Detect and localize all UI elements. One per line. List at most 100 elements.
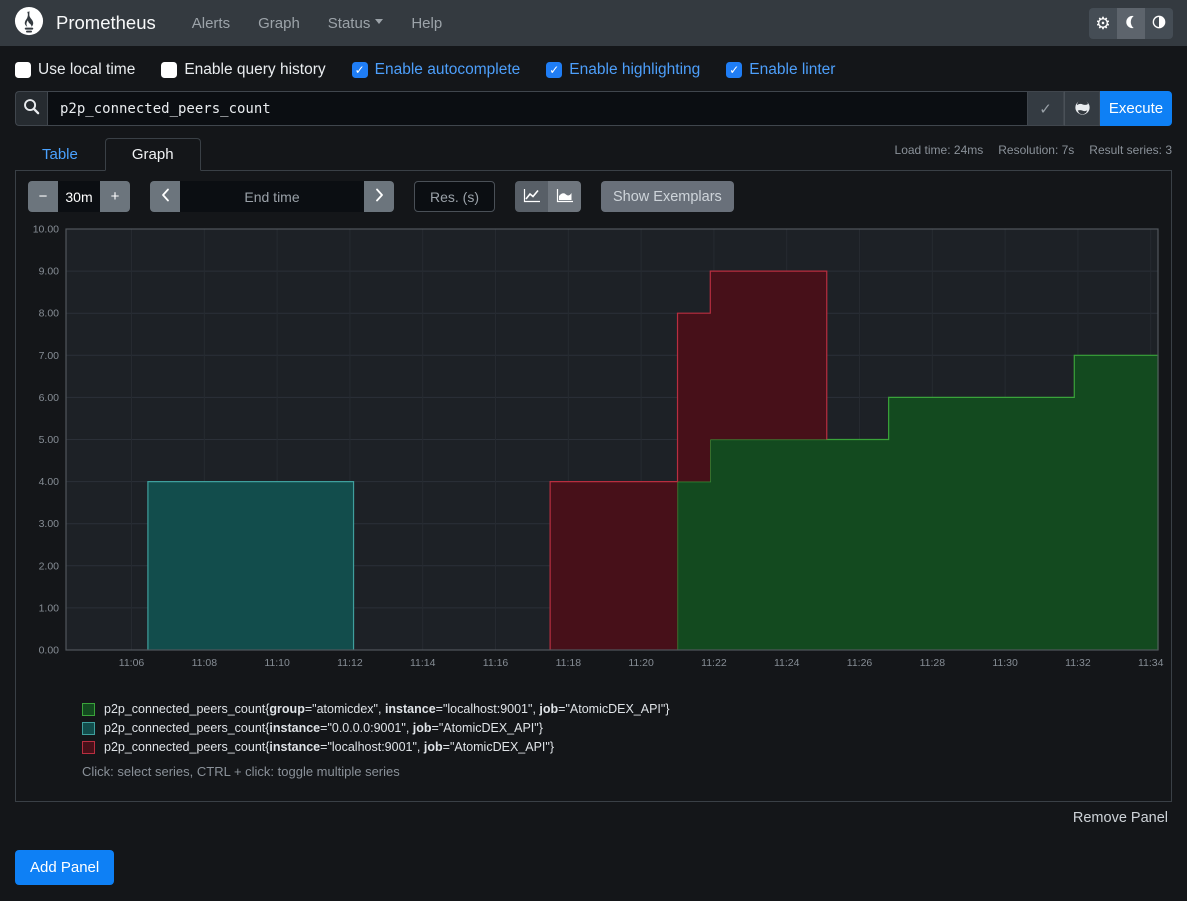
metrics-explorer-button[interactable] [1064, 91, 1100, 126]
range-input[interactable] [58, 181, 100, 212]
svg-text:2.00: 2.00 [39, 560, 60, 572]
execute-button[interactable]: Execute [1100, 91, 1172, 126]
chevron-right-icon [375, 188, 384, 206]
svg-text:9.00: 9.00 [39, 266, 60, 278]
checkbox-query-history[interactable] [161, 62, 177, 78]
load-time-stat: Load time: 24ms [895, 143, 984, 157]
end-time-stepper [150, 181, 394, 212]
nav-item-graph[interactable]: Graph [248, 9, 310, 38]
resolution-stat: Resolution: 7s [998, 143, 1074, 157]
checkbox-linter[interactable]: ✓ [726, 62, 742, 78]
increase-range-button[interactable]: + [100, 181, 130, 212]
gear-icon: ⚙ [1095, 15, 1110, 32]
svg-text:3.00: 3.00 [39, 518, 60, 530]
back-time-button[interactable] [150, 181, 180, 212]
checkbox-highlighting[interactable]: ✓ [546, 62, 562, 78]
line-graph-button[interactable] [515, 181, 548, 212]
result-series-stat: Result series: 3 [1089, 143, 1172, 157]
legend-hint: Click: select series, CTRL + click: togg… [82, 764, 1163, 779]
option-label: Enable query history [184, 61, 325, 79]
legend-item[interactable]: p2p_connected_peers_count{group="atomicd… [82, 702, 1163, 716]
option-label: Enable highlighting [569, 61, 700, 79]
svg-text:1.00: 1.00 [39, 602, 60, 614]
svg-text:11:08: 11:08 [192, 657, 218, 669]
chart-area: 0.00 1.00 2.00 3.00 4.00 5.00 6.00 7.00 8.00 9.00… [26, 224, 1163, 676]
search-icon [22, 97, 41, 120]
moon-icon [1123, 14, 1139, 33]
svg-text:11:24: 11:24 [774, 657, 800, 669]
query-bar: ✓ Execute [0, 89, 1187, 126]
prometheus-brand[interactable]: Prometheus [14, 6, 156, 40]
query-stats: Load time: 24ms Resolution: 7s Result se… [895, 143, 1172, 171]
svg-text:11:12: 11:12 [337, 657, 363, 669]
svg-text:11:22: 11:22 [701, 657, 727, 669]
half-circle-icon [1151, 14, 1167, 33]
nav-links: Alerts Graph Status Help [182, 9, 452, 38]
remove-panel-link[interactable]: Remove Panel [1073, 810, 1168, 826]
resolution-input[interactable] [414, 181, 495, 212]
query-options-row: Use local time Enable query history ✓ En… [0, 46, 1187, 89]
search-addon [15, 91, 47, 126]
legend-series-name: p2p_connected_peers_count{instance="loca… [104, 740, 554, 754]
navbar: Prometheus Alerts Graph Status Help ⚙ [0, 0, 1187, 46]
range-stepper: − + [28, 181, 130, 212]
prometheus-logo-icon [14, 6, 44, 40]
svg-text:5.00: 5.00 [39, 434, 60, 446]
legend-item[interactable]: p2p_connected_peers_count{instance="loca… [82, 740, 1163, 754]
result-tabs: Table Graph Load time: 24ms Resolution: … [0, 126, 1187, 171]
show-exemplars-button[interactable]: Show Exemplars [601, 181, 734, 212]
option-enable-autocomplete[interactable]: ✓ Enable autocomplete [352, 61, 521, 79]
svg-text:6.00: 6.00 [39, 392, 60, 404]
svg-text:0.00: 0.00 [39, 645, 60, 657]
tab-table[interactable]: Table [15, 138, 105, 171]
tab-graph[interactable]: Graph [105, 138, 201, 171]
stacked-chart-icon [556, 188, 574, 206]
nav-item-alerts[interactable]: Alerts [182, 9, 240, 38]
option-enable-highlighting[interactable]: ✓ Enable highlighting [546, 61, 700, 79]
svg-text:11:28: 11:28 [920, 657, 946, 669]
nav-item-help[interactable]: Help [401, 9, 452, 38]
line-chart-icon [523, 188, 541, 206]
check-icon: ✓ [1039, 100, 1052, 118]
graph-canvas[interactable]: 0.00 1.00 2.00 3.00 4.00 5.00 6.00 7.00 8.00 9.00… [26, 224, 1166, 672]
option-label: Enable linter [749, 61, 835, 79]
svg-text:11:30: 11:30 [992, 657, 1018, 669]
svg-text:11:06: 11:06 [119, 657, 145, 669]
decrease-range-button[interactable]: − [28, 181, 58, 212]
end-time-input[interactable] [180, 181, 364, 212]
option-enable-linter[interactable]: ✓ Enable linter [726, 61, 835, 79]
brand-title: Prometheus [56, 12, 156, 34]
graph-controls: − + Show Exemplars [28, 181, 1163, 212]
nav-item-status[interactable]: Status [318, 9, 394, 38]
svg-text:11:34: 11:34 [1138, 657, 1164, 669]
legend-item[interactable]: p2p_connected_peers_count{instance="0.0.… [82, 721, 1163, 735]
graph-type-toggle [515, 181, 581, 212]
stacked-graph-button[interactable] [548, 181, 581, 212]
query-expression-input[interactable] [47, 91, 1028, 126]
option-use-local-time[interactable]: Use local time [15, 61, 135, 79]
svg-text:11:32: 11:32 [1065, 657, 1091, 669]
remove-panel-row: Remove Panel [0, 802, 1187, 826]
option-label: Use local time [38, 61, 135, 79]
add-panel-button[interactable]: Add Panel [15, 850, 114, 885]
svg-text:4.00: 4.00 [39, 476, 60, 488]
checkbox-autocomplete[interactable]: ✓ [352, 62, 368, 78]
svg-text:11:10: 11:10 [264, 657, 290, 669]
forward-time-button[interactable] [364, 181, 394, 212]
query-valid-indicator: ✓ [1028, 91, 1064, 126]
auto-theme-button[interactable] [1145, 8, 1173, 39]
settings-button[interactable]: ⚙ [1089, 8, 1117, 39]
option-enable-query-history[interactable]: Enable query history [161, 61, 325, 79]
dark-theme-button[interactable] [1117, 8, 1145, 39]
legend-swatch-teal [82, 722, 95, 735]
svg-text:11:16: 11:16 [483, 657, 509, 669]
chevron-down-icon [375, 19, 383, 28]
svg-text:8.00: 8.00 [39, 308, 60, 320]
chevron-left-icon [161, 188, 170, 206]
globe-icon [1073, 98, 1092, 120]
svg-text:11:14: 11:14 [410, 657, 436, 669]
checkbox-use-local-time[interactable] [15, 62, 31, 78]
svg-text:7.00: 7.00 [39, 350, 60, 362]
legend-swatch-green [82, 703, 95, 716]
svg-text:11:20: 11:20 [628, 657, 654, 669]
